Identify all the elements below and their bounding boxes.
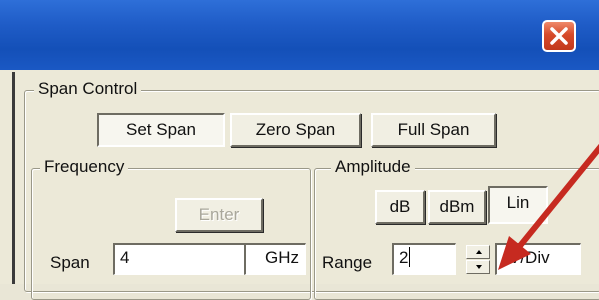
- pointer-arrow-icon: [498, 143, 599, 270]
